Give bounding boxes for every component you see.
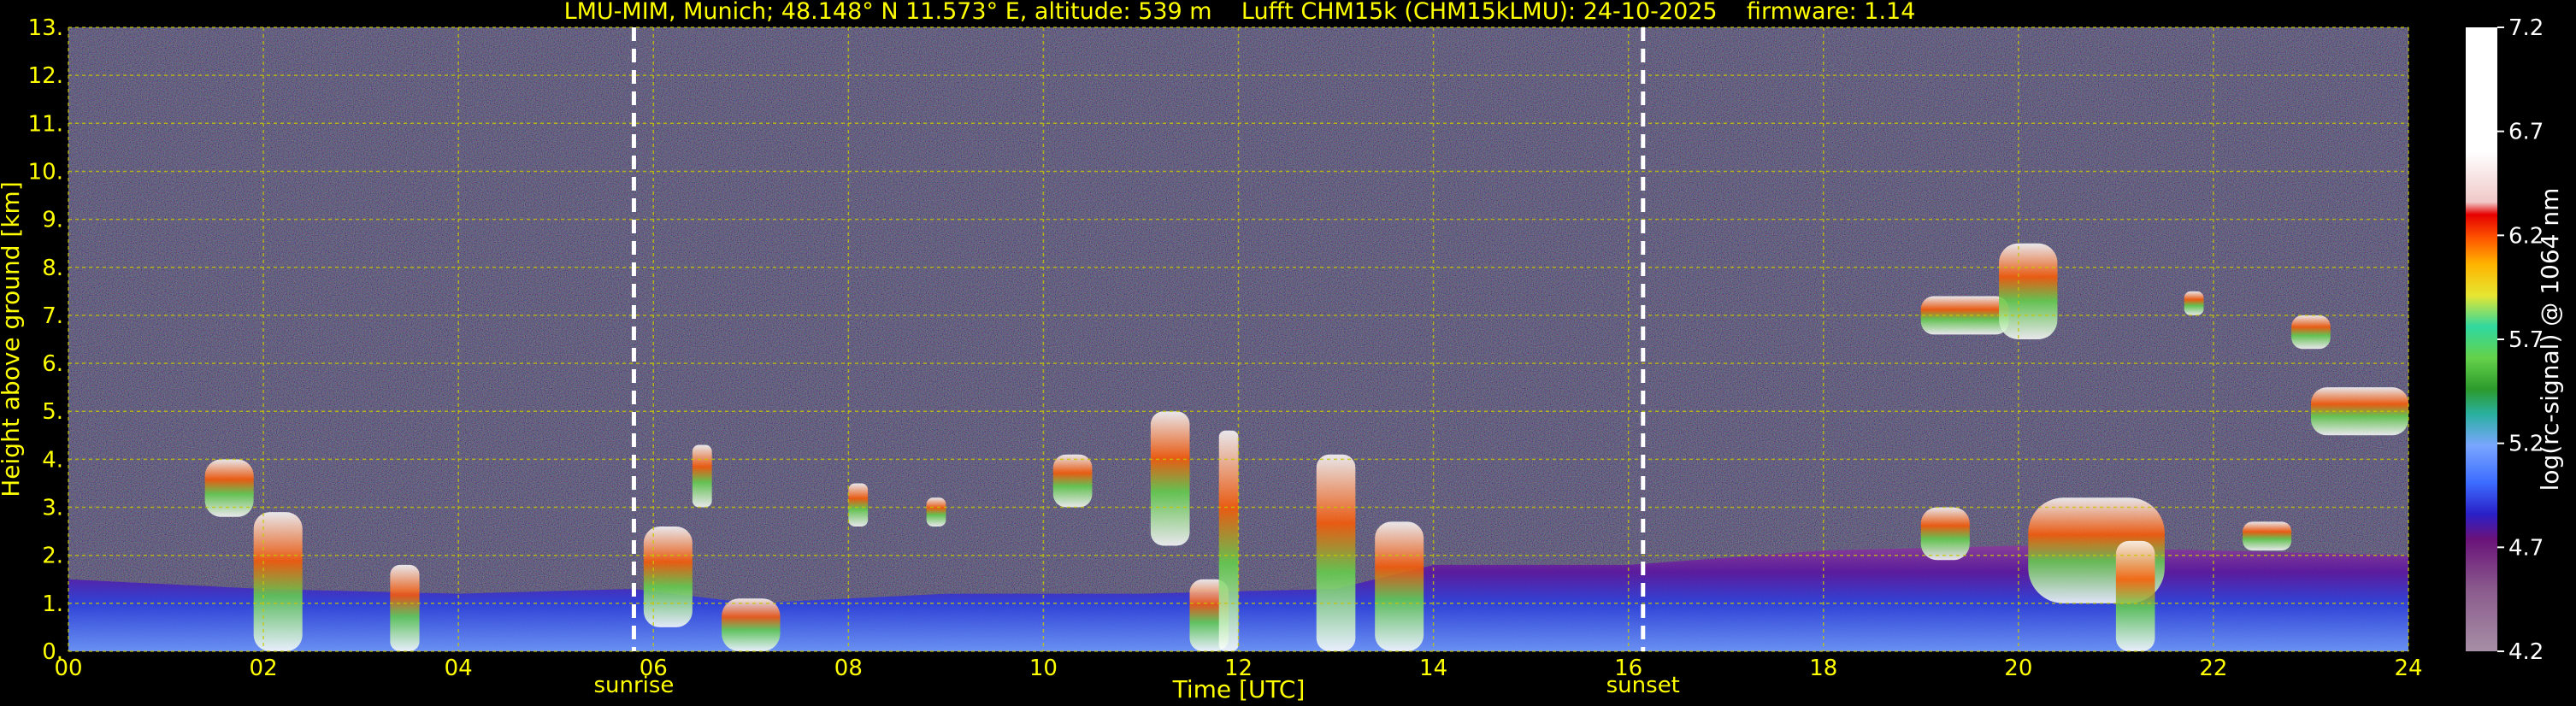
x-axis-label: Time [UTC] xyxy=(1172,675,1306,703)
y-tick-label: 13. xyxy=(28,15,63,41)
cloud-patch xyxy=(204,459,254,517)
x-tick-label: 18 xyxy=(1809,656,1837,681)
cloud-patch xyxy=(1052,454,1093,508)
y-tick-label: 12. xyxy=(28,63,63,89)
colorbar-tick-label: 7.2 xyxy=(2508,15,2544,41)
y-tick-label: 4. xyxy=(42,447,63,473)
colorbar-tick-label: 4.7 xyxy=(2508,535,2544,561)
y-tick-label: 9. xyxy=(42,208,63,233)
cloud-patch xyxy=(722,598,781,651)
y-tick-label: 8. xyxy=(42,256,63,281)
y-tick-label: 6. xyxy=(42,351,63,377)
y-tick-label: 7. xyxy=(42,303,63,329)
cloud-patch xyxy=(1218,430,1239,651)
x-tick-label: 14 xyxy=(1419,656,1447,681)
x-tick-label: 16 xyxy=(1614,656,1642,681)
cloud-patch xyxy=(2291,315,2331,350)
cloud-patch xyxy=(390,564,420,651)
y-tick-label: 1. xyxy=(42,591,63,617)
colorbar-label: log(rc-signal) @ 1064 nm xyxy=(2536,188,2564,491)
y-tick-label: 11. xyxy=(28,111,63,137)
cloud-patch xyxy=(2243,521,2292,551)
x-tick-label: 24 xyxy=(2394,656,2422,681)
cloud-patch xyxy=(1316,454,1356,651)
lidar-backscatter-chart: LMU-MIM, Munich; 48.148° N 11.573° E, al… xyxy=(0,0,2564,703)
y-axis: 0.1.2.3.4.5.6.7.8.9.10.11.12.13. xyxy=(28,15,63,665)
y-axis-label: Height above ground [km] xyxy=(0,181,25,497)
x-tick-label: 04 xyxy=(445,656,473,681)
cloud-patch xyxy=(2184,291,2204,315)
x-tick-label: 06 xyxy=(640,656,668,681)
cloud-patch xyxy=(1920,507,1970,561)
x-tick-label: 22 xyxy=(2199,656,2227,681)
cloud-patch xyxy=(1150,411,1190,546)
cloud-patch xyxy=(253,512,303,651)
colorbar-tick-label: 4.2 xyxy=(2508,639,2544,665)
y-tick-label: 2. xyxy=(42,544,63,569)
x-tick-label: 00 xyxy=(54,656,82,681)
cloud-patch xyxy=(692,444,712,508)
x-tick-label: 08 xyxy=(834,656,863,681)
cloud-patch xyxy=(643,527,693,627)
cloud-patch xyxy=(848,483,869,527)
x-tick-label: 10 xyxy=(1029,656,1058,681)
chart-title: LMU-MIM, Munich; 48.148° N 11.573° E, al… xyxy=(564,0,1916,25)
y-tick-label: 5. xyxy=(42,399,63,425)
y-tick-label: 3. xyxy=(42,496,63,521)
colorbar xyxy=(2466,27,2497,651)
x-tick-label: 20 xyxy=(2004,656,2032,681)
cloud-patch xyxy=(1999,243,2058,339)
cloud-patch xyxy=(1375,521,1424,651)
y-tick-label: 10. xyxy=(28,159,63,185)
cloud-patch xyxy=(926,497,946,527)
x-tick-label: 02 xyxy=(250,656,278,681)
colorbar-tick-label: 6.7 xyxy=(2508,120,2544,145)
cloud-patch xyxy=(2115,540,2155,651)
